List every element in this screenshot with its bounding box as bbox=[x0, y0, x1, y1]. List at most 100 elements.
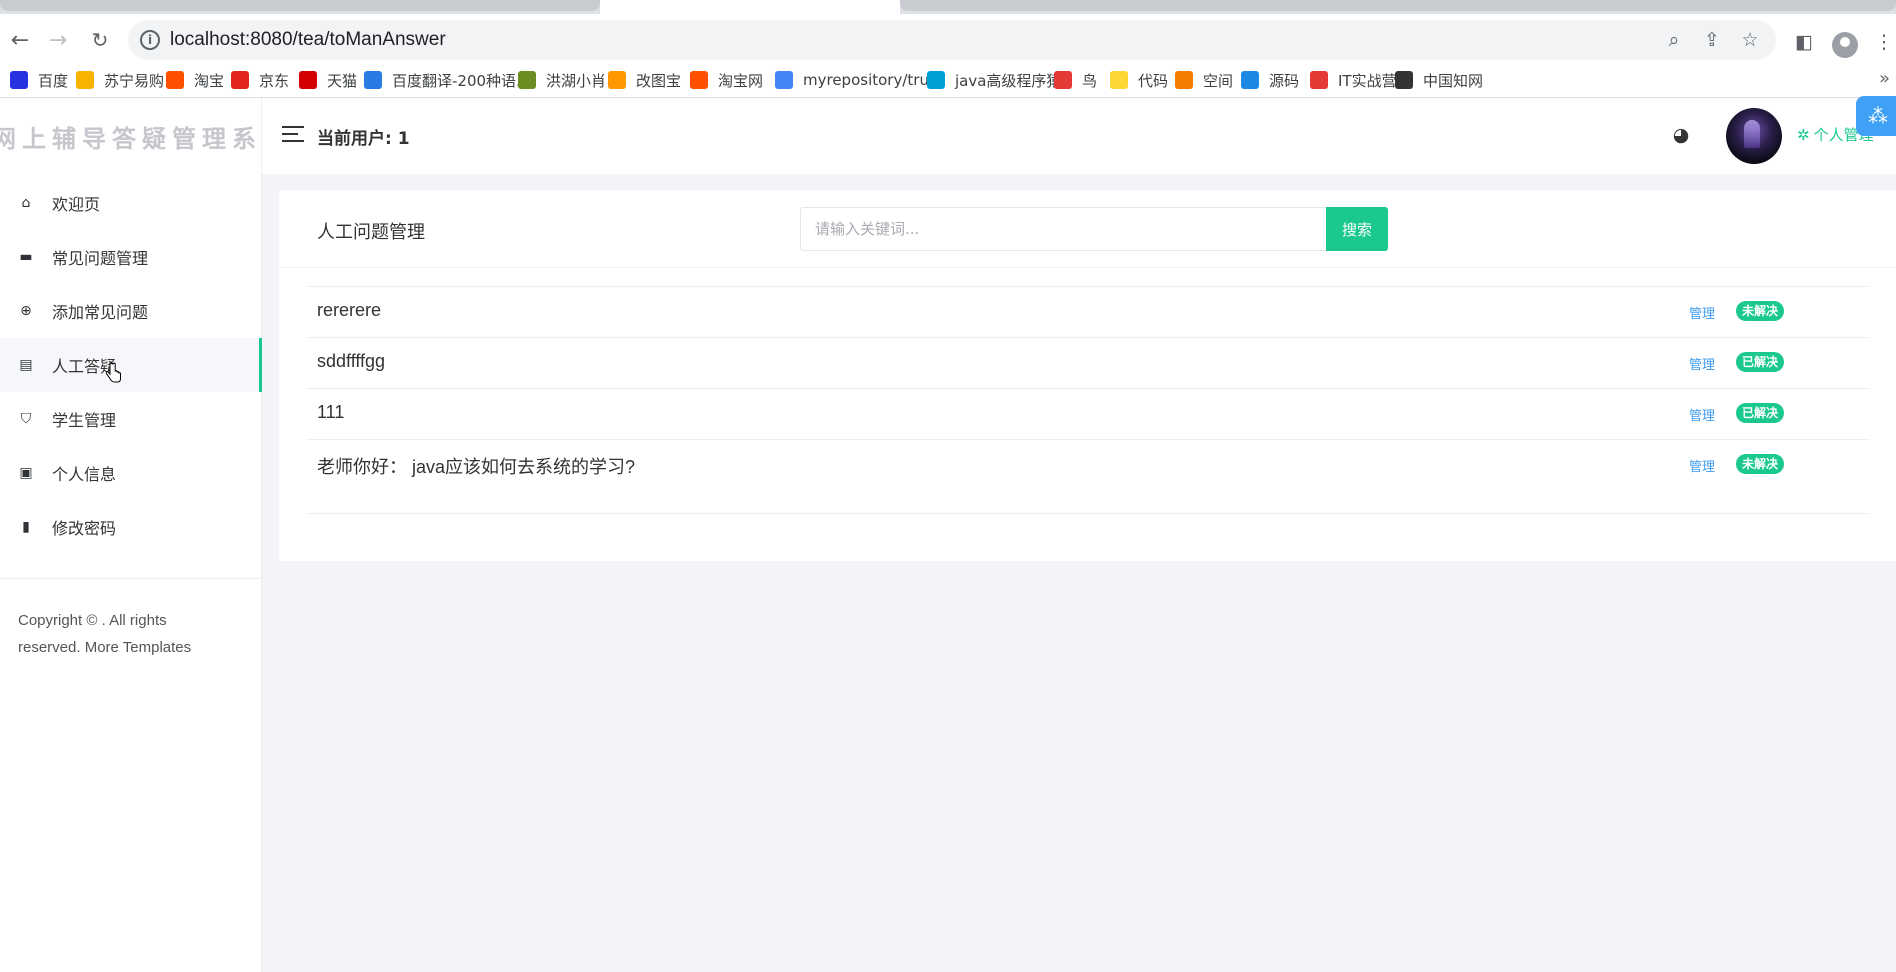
hamburger-menu-icon[interactable] bbox=[282, 126, 304, 144]
lock-icon: ▮ bbox=[22, 519, 30, 535]
cnki-icon bbox=[1395, 71, 1413, 89]
question-row: rererere 管理 未解决 bbox=[306, 287, 1870, 338]
baidu-icon bbox=[10, 71, 28, 89]
sidebar-item-6[interactable]: ▣ 个人信息 bbox=[0, 446, 261, 500]
bookmark-label: myrepository/tru... bbox=[803, 71, 944, 89]
bookmark-label: 改图宝 bbox=[636, 71, 682, 90]
manage-link[interactable]: 管理 bbox=[1689, 354, 1715, 373]
bookmark-item[interactable]: 鸟 bbox=[1054, 62, 1097, 98]
bookmark-item[interactable]: 天猫 bbox=[299, 62, 357, 98]
more-bookmarks-icon[interactable]: » bbox=[1879, 68, 1890, 89]
sidebar-item-label: 学生管理 bbox=[52, 411, 117, 430]
bookmarks-bar: » 百度 苏宁易购 淘宝 京东 天猫 百度翻译-200种语... 洪湖小肖 改图宝 淘宝网 myr… bbox=[0, 62, 1896, 98]
message-icon: ▤ bbox=[19, 357, 33, 373]
question-title[interactable]: rererere bbox=[317, 300, 381, 321]
side-panel-icon[interactable]: ◧ bbox=[1792, 30, 1816, 54]
bookmark-label: 源码 bbox=[1269, 71, 1300, 90]
sidebar-item-7[interactable]: ▮ 修改密码 bbox=[0, 500, 261, 554]
question-row: 老师你好： java应该如何去系统的学习? 管理 未解决 bbox=[306, 440, 1870, 514]
sidebar-item-label: 添加常见问题 bbox=[52, 303, 149, 322]
floating-widget-icon[interactable]: ⁂ bbox=[1856, 96, 1896, 136]
site-info-icon[interactable]: i bbox=[140, 30, 160, 50]
plus-circle-icon: ⊕ bbox=[20, 303, 32, 319]
shield-check-icon: ⛉ bbox=[20, 411, 32, 427]
forward-icon[interactable]: → bbox=[42, 24, 74, 56]
bookmark-item[interactable]: 淘宝 bbox=[166, 62, 224, 98]
bookmark-star-icon[interactable]: ☆ bbox=[1738, 28, 1762, 52]
question-row: sddffffgg 管理 已解决 bbox=[306, 338, 1870, 389]
sidebar-item-5[interactable]: ⛉ 学生管理 bbox=[0, 392, 261, 446]
url-text[interactable]: localhost:8080/tea/toManAnswer bbox=[170, 29, 446, 51]
bookmark-item[interactable]: 京东 bbox=[231, 62, 289, 98]
status-badge: 未解决 bbox=[1736, 301, 1785, 321]
reload-icon[interactable]: ↻ bbox=[84, 24, 116, 56]
bookmark-item[interactable]: IT实战营 bbox=[1310, 62, 1397, 98]
manage-link[interactable]: 管理 bbox=[1689, 303, 1715, 322]
jd-icon bbox=[231, 71, 249, 89]
palette-icon[interactable]: ◕ bbox=[1671, 125, 1691, 145]
manage-link[interactable]: 管理 bbox=[1689, 456, 1715, 475]
sidebar-item-label: 常见问题管理 bbox=[52, 249, 149, 268]
bookmark-label: 淘宝网 bbox=[718, 71, 764, 90]
bookmark-item[interactable]: myrepository/tru... bbox=[775, 62, 943, 98]
panel-header: 人工问题管理 搜索 bbox=[279, 190, 1896, 268]
bookmark-label: 洪湖小肖 bbox=[546, 71, 607, 90]
chrome-icon bbox=[775, 71, 793, 89]
more-menu-icon[interactable]: ⋮ bbox=[1872, 30, 1896, 54]
bookmark-label: IT实战营 bbox=[1338, 71, 1397, 90]
bookmark-label: java高级程序猿 bbox=[955, 71, 1062, 90]
question-title[interactable]: 111 bbox=[317, 402, 344, 423]
bookmark-item[interactable]: 空间 bbox=[1175, 62, 1233, 98]
code-icon bbox=[1110, 71, 1128, 89]
sidebar-menu: ⌂ 欢迎页 ▬ 常见问题管理 ⊕ 添加常见问题 ▤ 人工答疑 ⛉ 学生管理 ▣ 个人信息 ▮ 修改密码 bbox=[0, 176, 262, 579]
sidebar-item-2[interactable]: ▬ 常见问题管理 bbox=[0, 230, 261, 284]
bookmark-label: 百度 bbox=[38, 71, 69, 90]
browser-tab[interactable] bbox=[0, 0, 600, 11]
sidebar-item-label: 修改密码 bbox=[52, 519, 117, 538]
question-list: rererere 管理 未解决 sddffffgg 管理 已解决 111 管理 已解决 老师你好：… bbox=[306, 286, 1870, 514]
bookmark-item[interactable]: 代码 bbox=[1110, 62, 1168, 98]
mouse-cursor-icon bbox=[106, 362, 121, 383]
sidebar-item-label: 欢迎页 bbox=[52, 195, 101, 214]
sidebar-item-3[interactable]: ⊕ 添加常见问题 bbox=[0, 284, 261, 338]
bookmark-item[interactable]: 苏宁易购 bbox=[76, 62, 164, 98]
bird-icon bbox=[518, 71, 536, 89]
search-button[interactable]: 搜索 bbox=[1326, 207, 1388, 251]
bookmark-label: 天猫 bbox=[327, 71, 358, 90]
browser-tab[interactable] bbox=[900, 0, 1896, 11]
question-title[interactable]: sddffffgg bbox=[317, 351, 385, 372]
address-bar[interactable]: i localhost:8080/tea/toManAnswer ⌕ ⇪ ☆ bbox=[128, 20, 1776, 60]
bookmark-item[interactable]: 中国知网 bbox=[1395, 62, 1483, 98]
bookmark-item[interactable]: 改图宝 bbox=[608, 62, 681, 98]
bookmark-item[interactable]: 洪湖小肖 bbox=[518, 62, 606, 98]
share-icon[interactable]: ⇪ bbox=[1700, 28, 1724, 52]
taobao-icon bbox=[690, 71, 708, 89]
contact-card-icon: ▣ bbox=[19, 465, 33, 481]
copyright: Copyright © . All rights reserved. More … bbox=[0, 579, 261, 689]
bookmark-item[interactable]: 淘宝网 bbox=[690, 62, 763, 98]
bookmark-item[interactable]: 百度 bbox=[10, 62, 68, 98]
search-input[interactable] bbox=[800, 207, 1327, 251]
sidebar-item-1[interactable]: ⌂ 欢迎页 bbox=[0, 176, 261, 230]
avatar[interactable] bbox=[1726, 108, 1782, 164]
question-title[interactable]: 老师你好： java应该如何去系统的学习? bbox=[317, 453, 635, 479]
status-badge: 已解决 bbox=[1736, 352, 1785, 372]
bookmark-item[interactable]: java高级程序猿 bbox=[927, 62, 1061, 98]
logo-text: 网上辅导答疑管理系统 bbox=[0, 123, 261, 153]
browser-tab-active[interactable] bbox=[600, 0, 900, 14]
bookmark-item[interactable]: 百度翻译-200种语... bbox=[364, 62, 530, 98]
back-icon[interactable]: ← bbox=[4, 24, 36, 56]
bird-red-icon bbox=[1054, 71, 1072, 89]
bookmark-item[interactable]: 源码 bbox=[1241, 62, 1299, 98]
profile-icon[interactable] bbox=[1832, 32, 1858, 58]
zoom-icon[interactable]: ⌕ bbox=[1662, 28, 1686, 52]
taobao-icon bbox=[166, 71, 184, 89]
manage-link[interactable]: 管理 bbox=[1689, 405, 1715, 424]
gaitubao-icon bbox=[608, 71, 626, 89]
bookmark-label: 淘宝 bbox=[194, 71, 225, 90]
current-user-label: 当前用户: 1 bbox=[317, 129, 410, 149]
translate-icon bbox=[364, 71, 382, 89]
sidebar-item-4[interactable]: ▤ 人工答疑 bbox=[0, 338, 262, 392]
question-row: 111 管理 已解决 bbox=[306, 389, 1870, 440]
copyright-line: reserved. More Templates bbox=[18, 639, 192, 656]
